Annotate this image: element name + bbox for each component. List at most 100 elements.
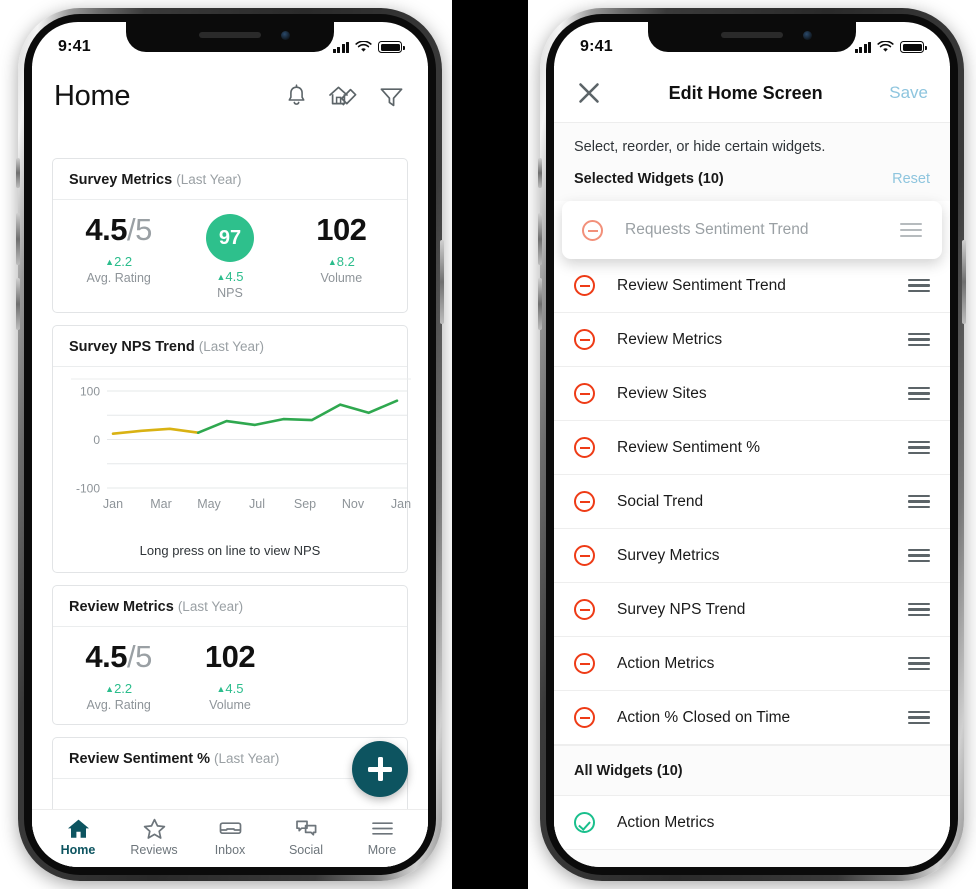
drag-handle-icon[interactable] [908,278,930,293]
widget-label: Review Sentiment Trend [617,276,786,294]
volume-up-button[interactable] [16,213,20,265]
card-survey-metrics[interactable]: Survey Metrics (Last Year) 4.5/5 ▲2.2 Av… [52,158,408,313]
delta-value: 2.2 [114,253,133,269]
close-x-icon[interactable] [576,80,602,106]
power-button[interactable] [962,240,966,324]
tab-inbox[interactable]: Inbox [192,817,268,857]
metric-number: 4.5 [85,639,128,674]
tab-home[interactable]: Home [40,817,116,857]
remove-minus-icon[interactable] [574,491,595,512]
remove-minus-icon[interactable] [574,653,595,674]
widget-row[interactable]: Review Sites [554,367,950,421]
power-button[interactable] [440,240,444,324]
metric-value: 4.5/5 [63,639,174,674]
inbox-icon [219,821,241,834]
drag-handle-icon[interactable] [908,440,930,455]
star-icon [143,818,165,839]
metrics-row: 4.5/5 ▲2.2 Avg. Rating 97 ▲4.5 NPS 102 ▲… [53,200,407,312]
remove-minus-icon[interactable] [574,275,595,296]
metric-volume: 102 ▲8.2 Volume [286,212,397,284]
remove-minus-icon[interactable] [582,219,603,241]
remove-minus-icon[interactable] [574,545,595,566]
selected-widgets-list[interactable]: Requests Sentiment Trend Review Sentiment… [554,201,950,745]
widget-label: Action % Closed on Time [617,708,791,726]
volume-down-button[interactable] [16,278,20,330]
silent-switch[interactable] [538,158,542,188]
edit-header: Edit Home Screen Save [554,66,950,123]
drag-handle-icon[interactable] [908,332,930,347]
background-gap [452,0,528,889]
drag-handle-icon[interactable] [900,223,922,237]
card-header: Survey Metrics (Last Year) [53,159,407,200]
widget-row[interactable]: Survey NPS Trend [554,583,950,637]
silent-switch[interactable] [16,158,20,188]
drag-handle-icon[interactable] [908,386,930,401]
widget-row[interactable]: Action Metrics [554,796,950,850]
hamburger-menu-icon [371,821,393,835]
widget-row[interactable]: Requests Sentiment Trend [562,201,942,259]
card-survey-nps-trend[interactable]: Survey NPS Trend (Last Year) -100 0 100 Jan… [52,325,411,573]
remove-minus-icon[interactable] [574,599,595,620]
widget-row[interactable]: Survey Metrics [554,529,950,583]
card-period: (Last Year) [214,750,280,766]
tab-label: Home [60,842,96,857]
nps-line-segment-high [196,399,399,434]
tab-more[interactable]: More [344,817,420,857]
metric-avg-rating: 4.5/5 ▲2.2 Avg. Rating [63,213,174,284]
drag-handle-icon[interactable] [908,710,930,725]
tab-social[interactable]: Social [268,817,344,857]
tab-label: Reviews [130,842,178,857]
delta-value: 8.2 [336,253,355,269]
filter-funnel-icon[interactable] [379,85,404,109]
drag-handle-icon[interactable] [908,602,930,617]
drag-handle-icon[interactable] [908,656,930,671]
widget-row[interactable]: Action % Closed on Time [554,691,950,745]
volume-down-button[interactable] [538,278,542,330]
reset-button[interactable]: Reset [892,171,930,187]
remove-minus-icon[interactable] [574,437,595,458]
status-indicators [332,35,405,53]
metric-delta: ▲2.2 [63,681,174,696]
tab-reviews[interactable]: Reviews [116,817,192,857]
widget-card-list[interactable]: Survey Metrics (Last Year) 4.5/5 ▲2.2 Av… [32,158,428,809]
wifi-icon [355,41,372,52]
nps-trend-chart[interactable]: -100 0 100 Jan Mar May Jul Sep Nov Jan [53,367,411,533]
widget-row[interactable]: Review Sentiment Trend [554,259,950,313]
notch [648,22,856,52]
widget-row[interactable]: Action Metrics [554,637,950,691]
all-widgets-list[interactable]: Action Metrics [554,796,950,850]
remove-minus-icon[interactable] [574,707,595,728]
tab-label: Inbox [214,842,246,857]
widget-row[interactable]: Review Metrics [554,313,950,367]
home-icon [67,819,89,838]
edit-home-icon[interactable] [328,84,359,109]
bottom-tab-bar[interactable]: Home Reviews Inbox Social More [32,809,428,867]
widget-row[interactable]: Social Trend [554,475,950,529]
card-title-text: Survey Metrics [69,172,173,188]
widget-row[interactable]: Review Sentiment % [554,421,950,475]
line-chart-svg[interactable]: -100 0 100 Jan Mar May Jul Sep Nov Jan [67,377,415,522]
widget-label: Review Metrics [617,330,723,348]
metric-number: 102 [316,212,367,247]
tab-label: More [367,842,397,857]
drag-handle-icon[interactable] [908,494,930,509]
card-period: (Last Year) [177,599,244,614]
delta-up-icon: ▲ [327,256,337,267]
metric-label: Volume [209,697,251,712]
notifications-bell-icon[interactable] [285,84,308,109]
card-period: (Last Year) [198,339,265,354]
phone-mockup-edit: 9:41 Edit Home Screen Save Select, reord… [538,8,966,881]
earpiece-speaker [721,32,783,38]
remove-minus-icon[interactable] [574,329,595,350]
battery-icon [900,41,927,53]
add-widget-fab[interactable] [352,741,408,797]
battery-icon [378,41,405,53]
drag-handle-icon[interactable] [908,548,930,563]
save-button[interactable]: Save [889,83,928,103]
remove-minus-icon[interactable] [574,383,595,404]
card-review-metrics[interactable]: Review Metrics (Last Year) 4.5/5 ▲2.2 Av… [52,585,408,725]
selected-check-icon[interactable] [574,812,595,833]
metric-delta: ▲2.2 [63,254,174,269]
volume-up-button[interactable] [538,213,542,265]
metric-value: 102 [174,640,285,674]
